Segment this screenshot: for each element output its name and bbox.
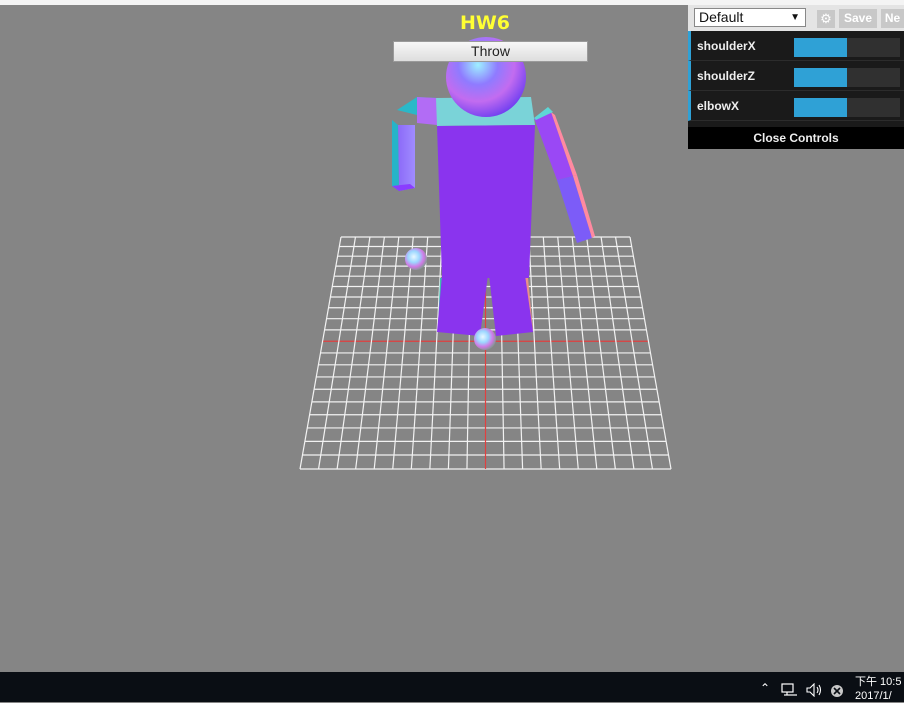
slider-fill: [794, 68, 847, 87]
right-upper-arm: [534, 112, 573, 180]
slider-fill: [794, 98, 847, 117]
volume-icon[interactable]: [806, 683, 824, 697]
control-row-shoulderx: shoulderX: [688, 31, 904, 61]
slider-fill: [794, 38, 847, 57]
throw-button[interactable]: Throw: [393, 41, 588, 62]
left-leg: [437, 275, 488, 336]
close-circle-icon[interactable]: [830, 684, 844, 698]
preset-select[interactable]: Default ▼: [694, 8, 806, 27]
dat-gui-panel: Default ▼ ⚙ Save Ne shoulderX shoulderZ …: [688, 5, 904, 149]
ball-center: [474, 328, 496, 350]
ball-left: [405, 248, 427, 270]
control-row-elbowx: elbowX: [688, 91, 904, 121]
shoulderz-slider[interactable]: [794, 68, 900, 87]
control-label: shoulderX: [697, 39, 756, 53]
elbowx-slider[interactable]: [794, 98, 900, 117]
taskbar-clock[interactable]: 下午 10:5 2017/1/: [855, 675, 901, 703]
close-controls-button[interactable]: Close Controls: [688, 127, 904, 149]
shoulderx-slider[interactable]: [794, 38, 900, 57]
chevron-up-icon[interactable]: ⌃: [760, 681, 770, 695]
left-upper-arm: [417, 97, 437, 125]
clock-date: 2017/1/: [855, 690, 892, 702]
gear-icon[interactable]: ⚙: [817, 10, 835, 28]
torso: [437, 125, 535, 278]
network-icon[interactable]: [781, 683, 799, 697]
preset-value: Default: [699, 9, 744, 25]
page-title: HW6: [459, 12, 511, 34]
control-label: shoulderZ: [697, 69, 756, 83]
taskbar: ⌃ 下午 10:5 2017/1/: [0, 672, 904, 702]
gui-preset-bar: Default ▼ ⚙ Save Ne: [688, 5, 904, 31]
new-button[interactable]: Ne: [881, 9, 904, 28]
left-forearm: [398, 125, 415, 191]
clock-time: 下午 10:5: [855, 676, 902, 688]
control-label: elbowX: [697, 99, 740, 113]
control-row-shoulderz: shoulderZ: [688, 61, 904, 91]
left-forearm-side: [392, 120, 399, 191]
save-button[interactable]: Save: [839, 9, 877, 28]
dropdown-arrow-icon: ▼: [790, 12, 800, 23]
top-strip-text: · · · · · · · · · ·: [72, 0, 175, 3]
